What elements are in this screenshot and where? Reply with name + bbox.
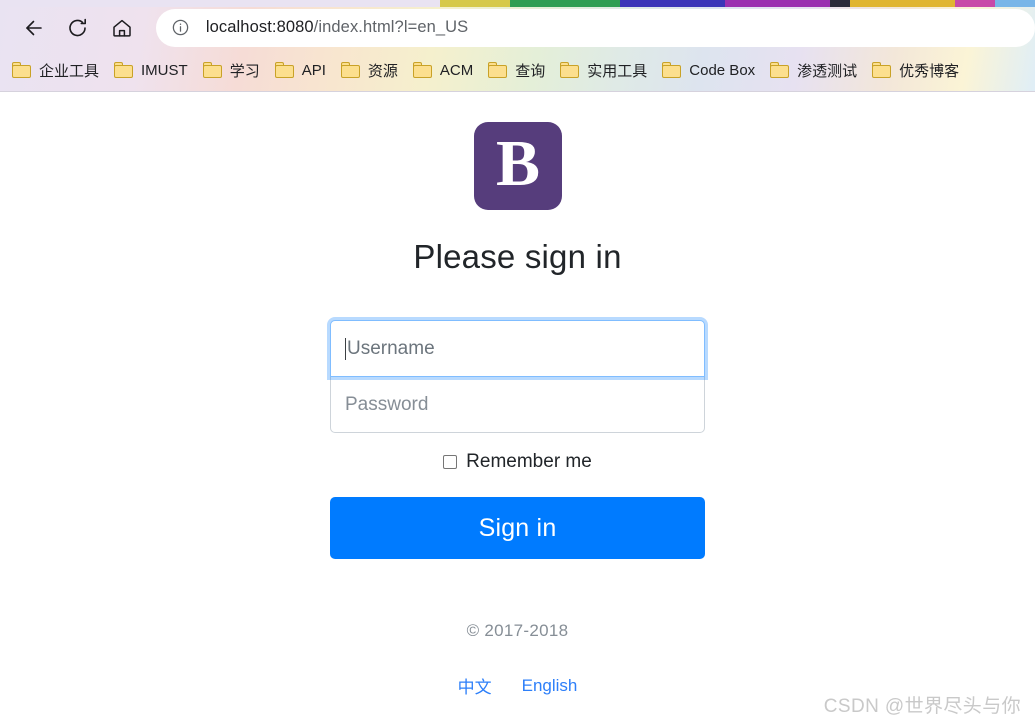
address-bar[interactable]: localhost:8080/index.html?l=en_US bbox=[155, 8, 1035, 47]
username-input[interactable]: Username bbox=[330, 320, 705, 378]
bookmark-label: IMUST bbox=[141, 61, 188, 79]
info-circle-icon[interactable] bbox=[170, 17, 192, 39]
bookmark-item[interactable]: ACM bbox=[407, 55, 482, 85]
remember-me-row: Remember me bbox=[330, 451, 705, 473]
language-switcher: 中文 English bbox=[458, 673, 578, 698]
folder-icon bbox=[340, 62, 360, 78]
bookmark-label: 渗透测试 bbox=[797, 62, 858, 80]
csdn-watermark: CSDN @世界尽头与你 bbox=[823, 696, 1021, 717]
browser-toolbar: localhost:8080/index.html?l=en_US bbox=[0, 4, 1035, 51]
bookmark-label: 查询 bbox=[515, 62, 546, 80]
bookmark-label: 实用工具 bbox=[587, 62, 648, 80]
bookmark-item[interactable]: 学习 bbox=[197, 55, 269, 85]
reload-button[interactable] bbox=[56, 10, 100, 46]
bookmark-item[interactable]: Code Box bbox=[656, 55, 764, 85]
sign-in-button[interactable]: Sign in bbox=[330, 497, 705, 560]
bookmark-label: 学习 bbox=[229, 62, 260, 80]
bookmark-item[interactable]: 企业工具 bbox=[6, 55, 108, 85]
folder-icon bbox=[412, 62, 432, 78]
bootstrap-logo-letter: B bbox=[495, 127, 540, 200]
login-form: Username Password Remember me Sign in bbox=[330, 320, 705, 560]
back-button[interactable] bbox=[12, 10, 56, 46]
bookmarks-bar: 企业工具 IMUST 学习 API 资源 ACM 查询 实用工具 Code Box 渗透测试 优秀博… bbox=[0, 51, 1035, 89]
text-caret bbox=[345, 337, 346, 360]
bookmark-item[interactable]: 实用工具 bbox=[554, 55, 656, 85]
bookmark-item[interactable]: API bbox=[269, 55, 335, 85]
folder-icon bbox=[488, 62, 508, 78]
password-input[interactable]: Password bbox=[330, 376, 705, 434]
page-title: Please sign in bbox=[413, 238, 622, 275]
bookmark-item[interactable]: 渗透测试 bbox=[764, 55, 866, 85]
url-text: localhost:8080/index.html?l=en_US bbox=[206, 18, 468, 37]
remember-me-checkbox[interactable] bbox=[443, 455, 458, 470]
browser-chrome: localhost:8080/index.html?l=en_US 企业工具 IM… bbox=[0, 0, 1035, 92]
folder-icon bbox=[202, 62, 222, 78]
bookmark-label: ACM bbox=[439, 61, 474, 79]
bookmark-item[interactable]: 优秀博客 bbox=[866, 55, 968, 85]
bookmark-label: 资源 bbox=[367, 62, 398, 80]
reload-icon bbox=[66, 16, 90, 40]
folder-icon bbox=[770, 62, 790, 78]
folder-icon bbox=[662, 62, 682, 78]
password-placeholder: Password bbox=[345, 393, 429, 415]
home-icon bbox=[110, 16, 134, 40]
language-link-zh_CN[interactable]: 中文 bbox=[458, 673, 492, 698]
bookmark-item[interactable]: IMUST bbox=[108, 55, 197, 85]
bookmark-item[interactable]: 资源 bbox=[335, 55, 407, 85]
bookmark-item[interactable]: 查询 bbox=[482, 55, 554, 85]
folder-icon bbox=[114, 62, 134, 78]
url-path: /index.html?l=en_US bbox=[313, 18, 469, 36]
bootstrap-logo-icon: B bbox=[473, 122, 562, 210]
page-content: B Please sign in Username Password Remem… bbox=[0, 92, 1035, 726]
bookmark-label: Code Box bbox=[689, 61, 756, 79]
username-placeholder: Username bbox=[347, 337, 435, 359]
bookmark-label: 优秀博客 bbox=[899, 62, 960, 80]
bookmark-label: API bbox=[301, 61, 326, 79]
back-arrow-icon bbox=[22, 16, 46, 40]
folder-icon bbox=[872, 62, 892, 78]
home-button[interactable] bbox=[100, 10, 144, 46]
remember-me-label: Remember me bbox=[466, 451, 592, 473]
url-host: localhost:8080 bbox=[205, 18, 314, 36]
folder-icon bbox=[274, 62, 294, 78]
language-link-en_US[interactable]: English bbox=[522, 676, 578, 696]
folder-icon bbox=[12, 62, 31, 78]
bookmark-label: 企业工具 bbox=[39, 62, 100, 80]
folder-icon bbox=[560, 62, 580, 78]
signin-card: B Please sign in Username Password Remem… bbox=[0, 92, 1035, 698]
copyright-text: © 2017-2018 bbox=[466, 621, 569, 641]
